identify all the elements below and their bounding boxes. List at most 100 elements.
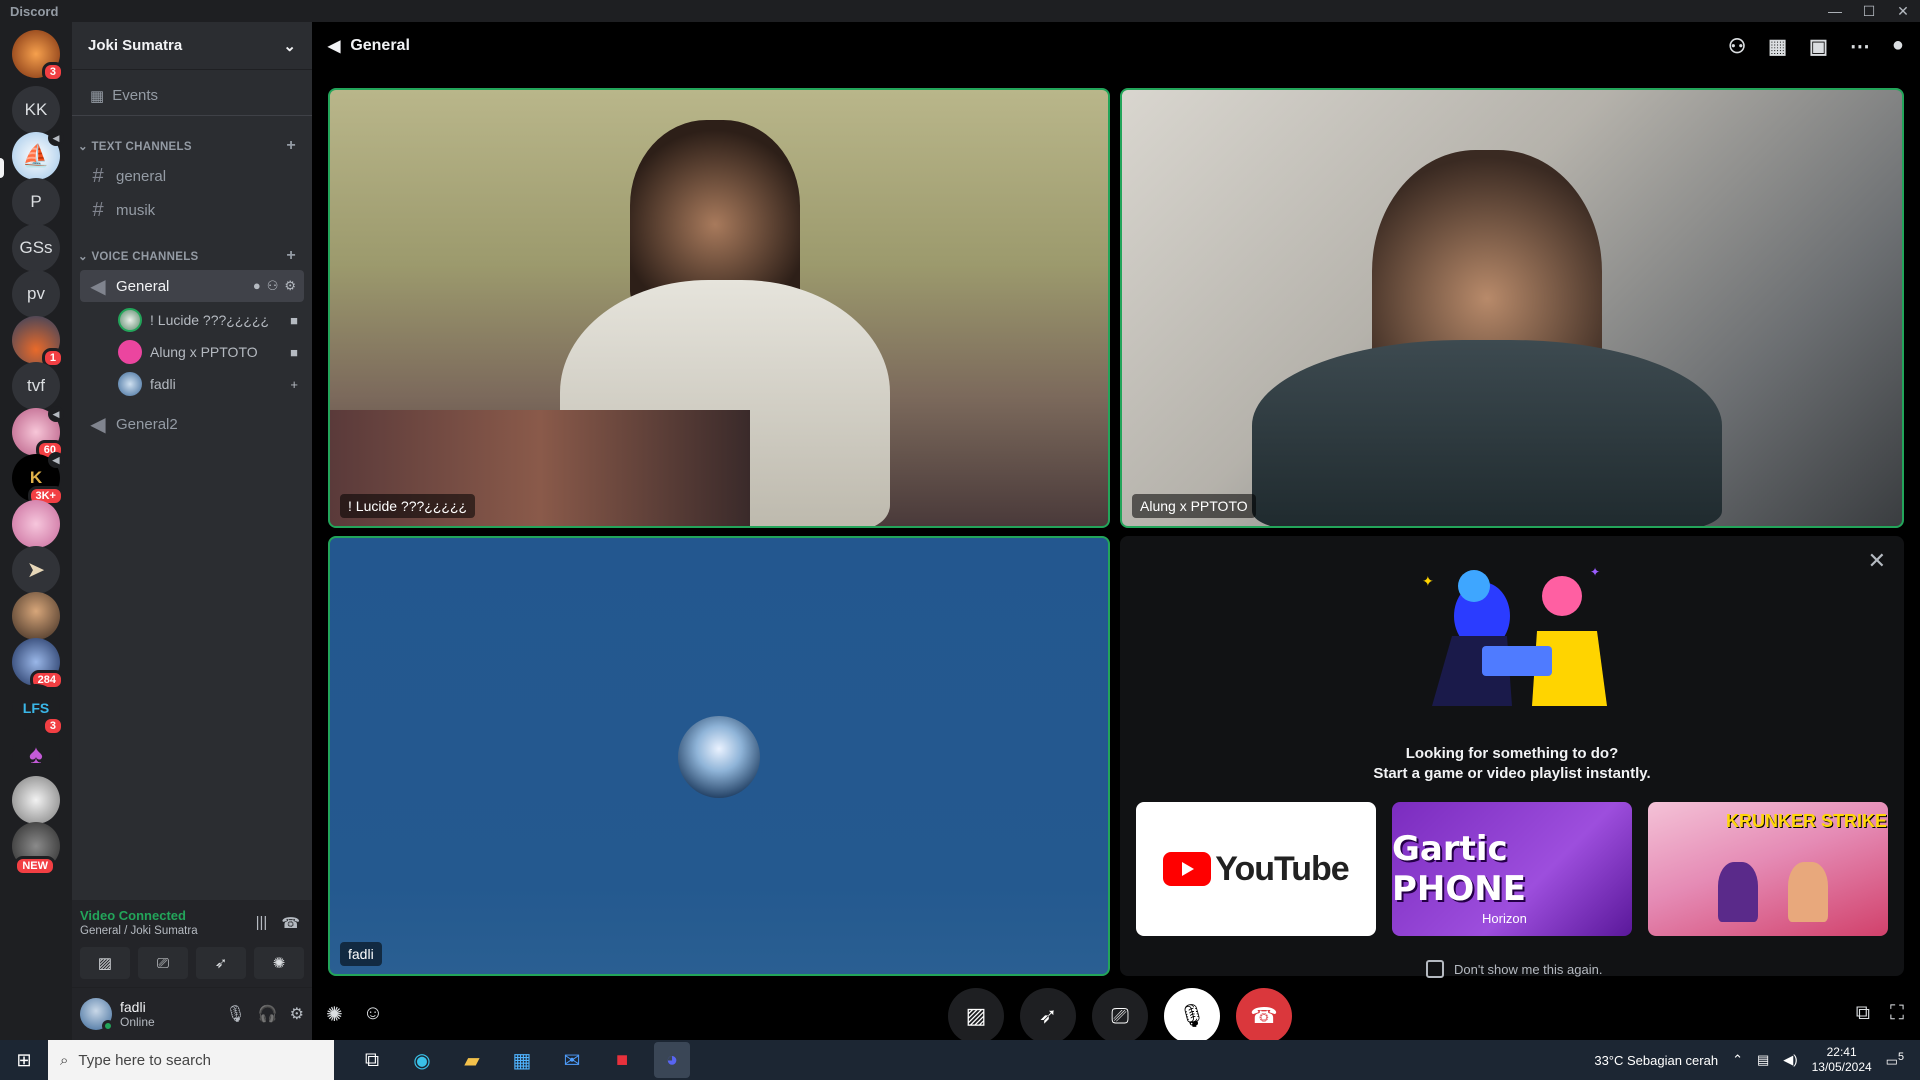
server-icon[interactable]: ◀ K 3K+ (12, 452, 64, 506)
chat-bubble-icon[interactable]: ● (1892, 34, 1904, 59)
popout-icon[interactable]: ▣ (1809, 34, 1828, 59)
activity-shelf: ✕ ✦ ✦ Looking for something to do? Start… (1120, 536, 1904, 978)
settings-icon[interactable]: ⚙ (290, 1004, 304, 1024)
guild-header[interactable]: Joki Sumatra ⌄ (72, 22, 312, 70)
server-icon[interactable]: LFS 3 (12, 684, 64, 736)
taskbar-clock[interactable]: 22:41 13/05/2024 (1812, 1045, 1872, 1075)
avatar[interactable] (80, 998, 114, 1032)
taskbar-search[interactable]: ⌕ Type here to search (48, 1040, 334, 1080)
file-explorer-icon[interactable]: ▰ (454, 1042, 490, 1078)
server-icon[interactable]: ➤ (12, 546, 60, 594)
voice-channel-general2[interactable]: ◀ General2 (80, 408, 304, 440)
microphone-icon[interactable]: 🎙 (225, 1004, 245, 1024)
server-icon[interactable]: 1 (12, 316, 64, 368)
server-icon[interactable]: ♠ (12, 730, 60, 778)
activity-button[interactable]: ➶ (1020, 988, 1076, 1044)
checkbox[interactable] (1426, 960, 1444, 978)
server-icon[interactable]: ◀ 60 (12, 406, 64, 460)
speaker-icon: ◀ (328, 38, 341, 55)
server-icon[interactable]: 284 (12, 638, 64, 690)
network-icon[interactable]: ▤ (1757, 1052, 1769, 1068)
voice-user[interactable]: Alung x PPTOTO ■ (112, 336, 304, 368)
server-icon[interactable]: NEW (12, 822, 60, 876)
screen-share-button[interactable]: ⎚ (1092, 988, 1148, 1044)
weather-widget[interactable]: 33°C Sebagian cerah (1594, 1053, 1718, 1068)
close-window-button[interactable]: ✕ (1886, 0, 1920, 22)
server-icon[interactable] (12, 500, 60, 548)
notification-icon[interactable]: ▭5 (1886, 1051, 1904, 1069)
calendar-icon: ▦ (90, 87, 105, 105)
add-friend-icon[interactable]: ⚇ (1728, 34, 1746, 59)
discord-taskbar-icon[interactable]: ◕ (654, 1042, 690, 1078)
close-icon[interactable]: ✕ (1868, 548, 1886, 574)
voice-channel-general[interactable]: ◀ General ● ⚇ ⚙ (80, 270, 304, 302)
disconnect-button[interactable]: ☎ (1236, 988, 1292, 1044)
video-tile[interactable]: fadli (328, 536, 1110, 976)
soundboard-icon[interactable]: ✺ (326, 1002, 343, 1027)
activity-card-gartic-phone[interactable]: Gartic PHONE Horizon (1392, 802, 1632, 936)
soundboard-icon[interactable]: ✺ (254, 947, 304, 979)
store-icon[interactable]: ▦ (504, 1042, 540, 1078)
avatar (118, 372, 142, 396)
fullscreen-icon[interactable]: ⛶ (1890, 1002, 1904, 1025)
camera-toggle-button[interactable]: ▨ (948, 988, 1004, 1044)
more-icon[interactable]: ⋯ (1850, 34, 1870, 59)
disconnect-icon[interactable]: ☎ (281, 914, 300, 932)
server-icon[interactable]: pv (12, 270, 60, 318)
activity-card-youtube[interactable]: YouTube (1136, 802, 1376, 936)
server-icon[interactable] (12, 776, 60, 824)
server-icon[interactable] (12, 592, 60, 640)
tray-chevron-icon[interactable]: ⌃ (1732, 1052, 1743, 1068)
dont-show-checkbox[interactable]: Don't show me this again. (1426, 960, 1602, 978)
server-icon[interactable]: KK (12, 86, 60, 134)
server-icon[interactable]: GSs (12, 224, 60, 272)
server-icon[interactable]: P (12, 178, 60, 226)
invite-icon[interactable]: ⚇ (267, 278, 279, 294)
channel-musik[interactable]: # musik (80, 194, 304, 226)
minimize-button[interactable]: — (1818, 0, 1852, 22)
category-voice-channels[interactable]: ⌄ VOICE CHANNELS + (72, 244, 312, 268)
activity-card-krunker-strike[interactable]: KRUNKER STRIKE (1648, 802, 1888, 936)
app-title: Discord (10, 3, 59, 19)
game-title: Gartic PHONE (1392, 829, 1526, 909)
mail-icon[interactable]: ✉ (554, 1042, 590, 1078)
noise-suppression-icon[interactable]: ||| (256, 914, 268, 932)
server-icon[interactable]: ◀ ⛵ (12, 130, 64, 180)
plus-icon[interactable]: + (290, 377, 298, 392)
settings-icon[interactable]: ⚙ (284, 278, 296, 294)
voice-user[interactable]: fadli + (112, 368, 304, 400)
windows-start-button[interactable]: ⊞ (0, 1040, 48, 1080)
screen-share-icon[interactable]: ⎚ (138, 947, 188, 979)
headphones-icon[interactable]: 🎧 (258, 1004, 278, 1024)
voice-user[interactable]: ! Lucide ???¿¿¿¿¿ ■ (112, 304, 304, 336)
chevron-down-icon: ⌄ (78, 141, 92, 153)
activity-rocket-icon[interactable]: ➶ (196, 947, 246, 979)
category-text-channels[interactable]: ⌄ TEXT CHANNELS + (72, 134, 312, 158)
svg-text:✦: ✦ (1422, 574, 1434, 590)
channel-general[interactable]: # general (80, 160, 304, 192)
video-camera-icon: ■ (290, 312, 298, 328)
speaker-icon: ◀ (90, 275, 106, 298)
popout-icon[interactable]: ⧉ (1856, 1002, 1870, 1025)
video-tile[interactable]: ! Lucide ???¿¿¿¿¿ (328, 88, 1110, 528)
add-channel-icon[interactable]: + (286, 137, 296, 155)
volume-icon[interactable]: ◀) (1783, 1052, 1797, 1068)
grid-layout-icon[interactable]: ▦ (1768, 34, 1787, 59)
server-icon[interactable]: 3 (12, 30, 64, 82)
camera-off-icon[interactable]: ▨ (80, 947, 130, 979)
mute-button[interactable]: 🎙 (1164, 988, 1220, 1044)
video-tile[interactable]: Alung x PPTOTO (1120, 88, 1904, 528)
emoji-icon[interactable]: ☺ (363, 1002, 383, 1027)
stage-channel-name: General (350, 37, 410, 54)
maximize-button[interactable]: ☐ (1852, 0, 1886, 22)
app-icon[interactable]: ■ (604, 1042, 640, 1078)
task-view-icon[interactable]: ⧉ (354, 1042, 390, 1078)
chat-icon[interactable]: ● (253, 278, 261, 294)
clock-date: 13/05/2024 (1811, 1060, 1872, 1074)
add-channel-icon[interactable]: + (286, 247, 296, 265)
events-link[interactable]: ▦ Events (72, 76, 312, 116)
server-icon[interactable]: tvf (12, 362, 60, 410)
server-initials: P (30, 192, 42, 211)
rocket-icon: ➶ (1038, 1003, 1058, 1028)
edge-icon[interactable]: ◉ (404, 1042, 440, 1078)
